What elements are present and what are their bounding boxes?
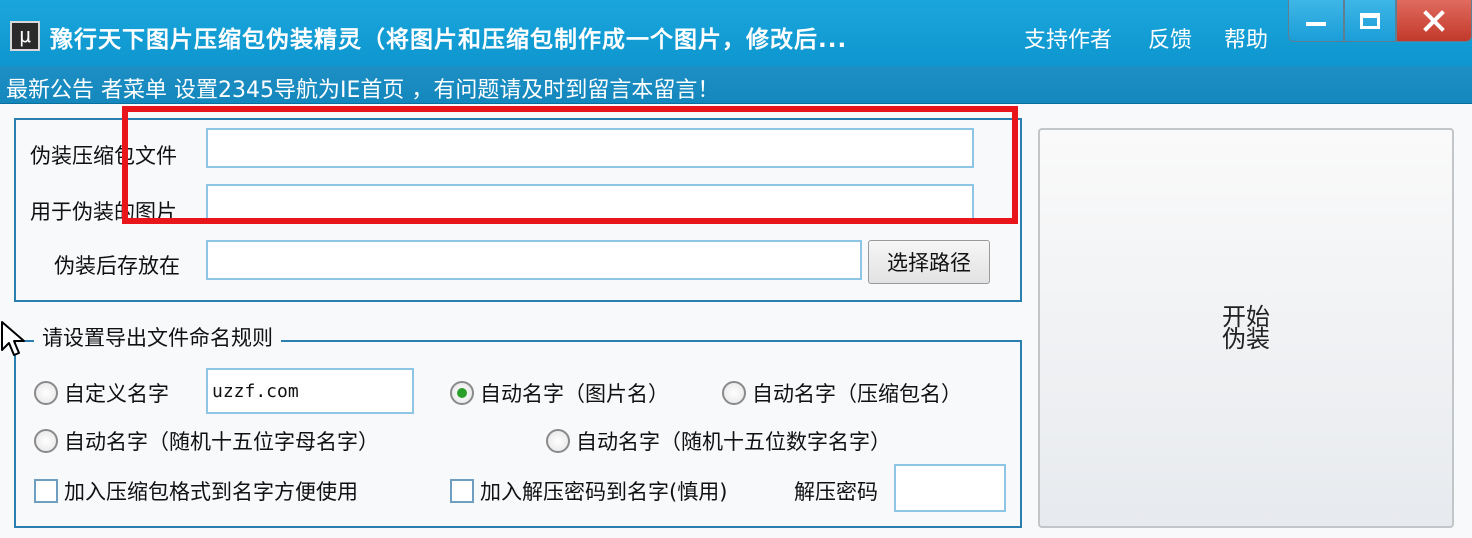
title-bar: μ 豫行天下图片压缩包伪装精灵（将图片和压缩包制作成一个图片，修改后... 支持…: [0, 0, 1472, 66]
add-password-label: 加入解压密码到名字(慎用): [480, 480, 728, 504]
archive-file-input[interactable]: [206, 128, 974, 168]
random-digits-label: 自动名字（随机十五位数字名字）: [576, 430, 891, 454]
custom-name-option[interactable]: 自定义名字: [34, 378, 169, 408]
password-input[interactable]: [894, 464, 1006, 512]
image-file-input[interactable]: [206, 184, 974, 224]
auto-image-name-radio[interactable]: [450, 381, 474, 405]
mouse-cursor-icon: [1, 321, 25, 356]
custom-name-radio[interactable]: [34, 381, 58, 405]
random-digits-radio[interactable]: [546, 429, 570, 453]
close-icon: [1423, 9, 1445, 32]
window-title: 豫行天下图片压缩包伪装精灵（将图片和压缩包制作成一个图片，修改后...: [50, 27, 848, 53]
browse-path-button[interactable]: 选择路径: [868, 240, 990, 284]
maximize-button[interactable]: [1344, 0, 1396, 42]
auto-image-name-option[interactable]: 自动名字（图片名）: [450, 378, 669, 408]
add-format-label: 加入压缩包格式到名字方便使用: [64, 480, 358, 504]
naming-rules-legend: 请设置导出文件命名规则: [34, 322, 281, 352]
auto-image-name-label: 自动名字（图片名）: [480, 382, 669, 406]
start-disguise-button[interactable]: 开始伪装: [1038, 128, 1454, 528]
main-panel: 伪装压缩包文件 用于伪装的图片 伪装后存放在 选择路径 请设置导出文件命名规则 …: [0, 104, 1472, 538]
help-link[interactable]: 帮助: [1224, 22, 1268, 54]
password-label: 解压密码: [794, 480, 878, 504]
minimize-icon: [1306, 21, 1326, 26]
custom-name-input[interactable]: [206, 368, 414, 414]
feedback-link[interactable]: 反馈: [1148, 22, 1192, 54]
support-author-link[interactable]: 支持作者: [1024, 22, 1112, 54]
add-password-checkbox[interactable]: [450, 479, 474, 503]
minimize-button[interactable]: [1288, 0, 1344, 42]
random-letters-radio[interactable]: [34, 429, 58, 453]
add-password-option[interactable]: 加入解压密码到名字(慎用): [450, 476, 727, 506]
random-digits-option[interactable]: 自动名字（随机十五位数字名字）: [546, 426, 891, 456]
auto-archive-name-label: 自动名字（压缩包名）: [752, 382, 962, 406]
random-letters-label: 自动名字（随机十五位字母名字）: [64, 430, 379, 454]
notice-text[interactable]: 最新公告 者菜单 设置2345导航为IE首页 ，有问题请及时到留言本留言！: [6, 72, 719, 104]
close-button[interactable]: [1396, 0, 1472, 42]
start-disguise-label: 开始伪装: [1222, 303, 1270, 353]
output-path-input[interactable]: [206, 240, 862, 280]
random-letters-option[interactable]: 自动名字（随机十五位字母名字）: [34, 426, 379, 456]
auto-archive-name-radio[interactable]: [722, 381, 746, 405]
output-path-label: 伪装后存放在: [54, 254, 180, 278]
app-icon[interactable]: μ: [10, 21, 40, 51]
add-format-checkbox[interactable]: [34, 479, 58, 503]
maximize-icon: [1360, 12, 1380, 29]
add-format-option[interactable]: 加入压缩包格式到名字方便使用: [34, 476, 358, 506]
notice-bar: 最新公告 者菜单 设置2345导航为IE首页 ，有问题请及时到留言本留言！: [0, 66, 1472, 104]
auto-archive-name-option[interactable]: 自动名字（压缩包名）: [722, 378, 962, 408]
image-file-label: 用于伪装的图片: [30, 200, 177, 224]
archive-file-label: 伪装压缩包文件: [30, 144, 177, 168]
custom-name-label: 自定义名字: [64, 382, 169, 406]
